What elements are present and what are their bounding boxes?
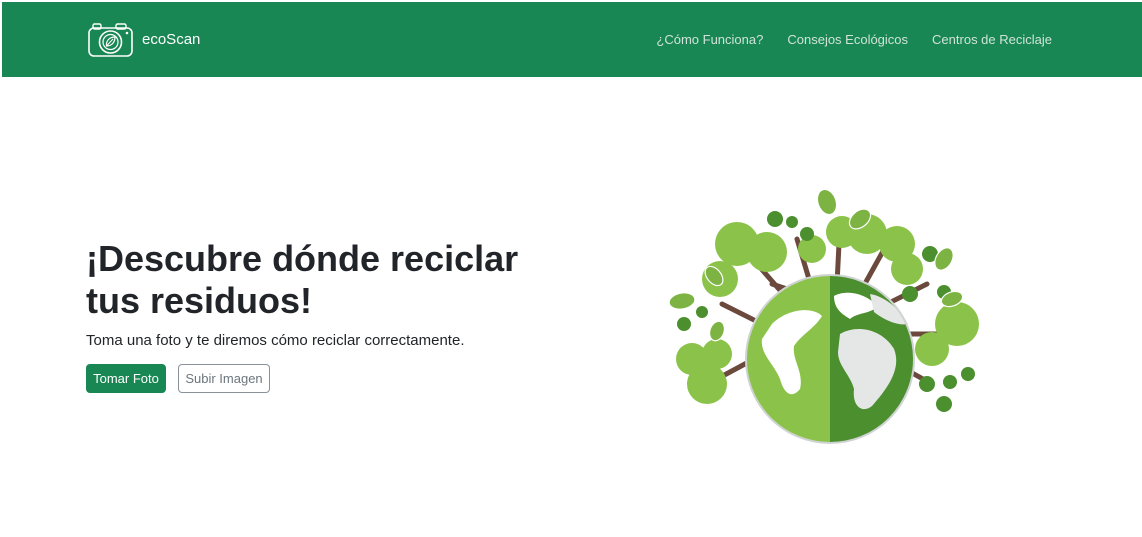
take-photo-button[interactable]: Tomar Foto xyxy=(86,364,166,393)
upload-image-button[interactable]: Subir Imagen xyxy=(178,364,270,393)
nav-links: ¿Cómo Funciona? Consejos Ecológicos Cent… xyxy=(656,32,1052,47)
brand-name: ecoScan xyxy=(142,30,201,48)
nav-link-como-funciona[interactable]: ¿Cómo Funciona? xyxy=(656,32,763,47)
camera-leaf-icon xyxy=(88,23,133,57)
globe-with-trees-illustration xyxy=(668,188,979,444)
nav-link-centros[interactable]: Centros de Reciclaje xyxy=(932,32,1052,47)
page: ecoScan ¿Cómo Funciona? Consejos Ecológi… xyxy=(2,2,1142,537)
navbar: ecoScan ¿Cómo Funciona? Consejos Ecológi… xyxy=(2,2,1142,77)
nav-link-consejos[interactable]: Consejos Ecológicos xyxy=(787,32,908,47)
brand-link[interactable]: ecoScan xyxy=(87,22,200,58)
hero-subtitle: Toma una foto y te diremos cómo reciclar… xyxy=(86,332,465,349)
hero-title: ¡Descubre dónde reciclar tus residuos! xyxy=(86,238,519,321)
